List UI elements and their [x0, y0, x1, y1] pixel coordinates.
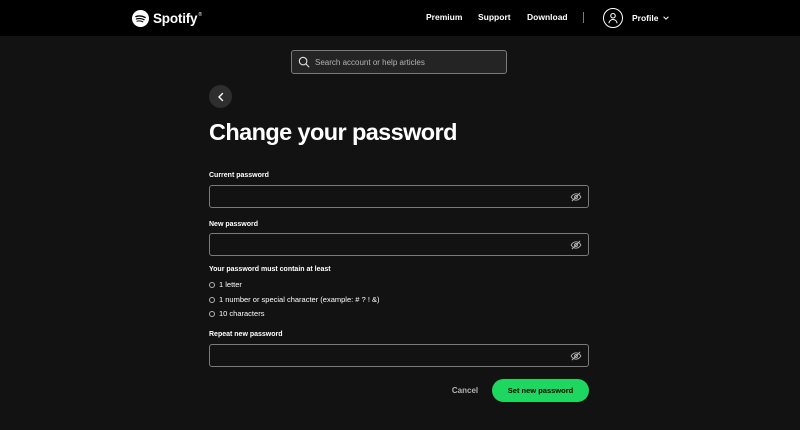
chevron-left-icon [217, 92, 223, 101]
eye-off-icon[interactable] [570, 239, 582, 251]
search-input[interactable] [315, 57, 495, 67]
search-icon [298, 56, 310, 68]
nav-premium-link[interactable]: Premium [426, 12, 462, 22]
search-bar[interactable] [291, 50, 507, 74]
requirement-item: 1 letter [209, 280, 242, 289]
eye-off-icon[interactable] [570, 191, 582, 203]
avatar [603, 8, 623, 28]
requirement-status-icon [209, 296, 215, 303]
repeat-password-field-wrapper [209, 344, 589, 367]
requirement-status-icon [209, 310, 215, 317]
set-new-password-button[interactable]: Set new password [492, 379, 589, 402]
nav-support-link[interactable]: Support [478, 12, 511, 22]
nav-download-link[interactable]: Download [527, 12, 568, 22]
new-password-field-wrapper [209, 233, 589, 256]
profile-menu-button[interactable]: Profile [603, 7, 670, 29]
logo-text: Spotify [153, 10, 198, 26]
requirement-item: 10 characters [209, 309, 264, 318]
requirement-text: 1 number or special character (example: … [219, 295, 380, 304]
requirement-status-icon [209, 281, 215, 288]
profile-label: Profile [632, 13, 659, 23]
current-password-field[interactable] [210, 186, 560, 207]
top-nav-bar: Spotify ® Premium Support Download Profi… [0, 0, 800, 36]
current-password-label: Current password [209, 172, 269, 179]
new-password-label: New password [209, 221, 259, 228]
cancel-button[interactable]: Cancel [446, 379, 484, 402]
chevron-down-icon [663, 16, 670, 20]
requirement-item: 1 number or special character (example: … [209, 295, 380, 304]
eye-off-icon[interactable] [570, 350, 582, 362]
requirement-text: 1 letter [219, 280, 242, 289]
current-password-field-wrapper [209, 185, 589, 208]
repeat-password-label: Repeat new password [209, 331, 283, 338]
requirement-text: 10 characters [219, 309, 265, 318]
password-requirements-title: Your password must contain at least [209, 266, 331, 273]
new-password-field[interactable] [210, 234, 560, 255]
spotify-logo[interactable]: Spotify ® [132, 9, 202, 27]
back-button[interactable] [209, 85, 232, 108]
page-title: Change your password [209, 119, 457, 145]
repeat-password-field[interactable] [210, 345, 560, 366]
spotify-logo-icon [132, 9, 149, 27]
logo-trademark: ® [198, 12, 203, 18]
nav-divider [583, 12, 584, 23]
user-icon [608, 12, 618, 24]
